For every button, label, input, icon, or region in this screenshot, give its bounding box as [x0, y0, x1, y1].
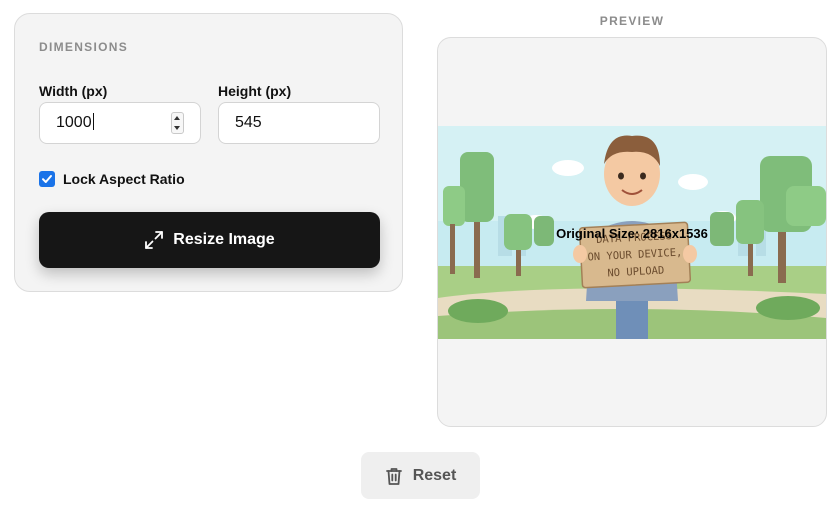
original-size-label: Original Size: 2816x1536	[556, 226, 708, 241]
lock-aspect-label[interactable]: Lock Aspect Ratio	[63, 171, 185, 187]
lock-aspect-checkbox[interactable]	[39, 171, 55, 187]
number-spinner[interactable]	[171, 112, 184, 134]
resize-image-button[interactable]: Resize Image	[39, 212, 380, 268]
height-value: 545	[235, 114, 262, 131]
width-input[interactable]: 1000	[39, 102, 201, 144]
resize-button-label: Resize Image	[173, 231, 275, 248]
reset-label: Reset	[412, 466, 457, 484]
expand-arrows-icon	[145, 231, 164, 249]
width-value: 1000	[56, 114, 92, 131]
checkmark-icon	[42, 175, 52, 183]
increment-arrow-icon[interactable]	[174, 116, 180, 120]
preview-title: PREVIEW	[599, 14, 665, 28]
section-title: DIMENSIONS	[39, 40, 129, 54]
height-label: Height (px)	[218, 83, 292, 99]
trash-icon	[385, 467, 402, 485]
dimensions-panel: DIMENSIONS Width (px) 1000 Height (px) 5…	[14, 13, 403, 292]
text-caret	[92, 113, 94, 130]
decrement-arrow-icon[interactable]	[174, 126, 180, 130]
reset-button[interactable]: Reset	[361, 452, 480, 499]
height-input[interactable]: 545	[218, 102, 380, 144]
width-label: Width (px)	[39, 83, 108, 99]
preview-container: DATA PROCESS ON YOUR DEVICE, NO UPLOAD O…	[437, 37, 827, 427]
